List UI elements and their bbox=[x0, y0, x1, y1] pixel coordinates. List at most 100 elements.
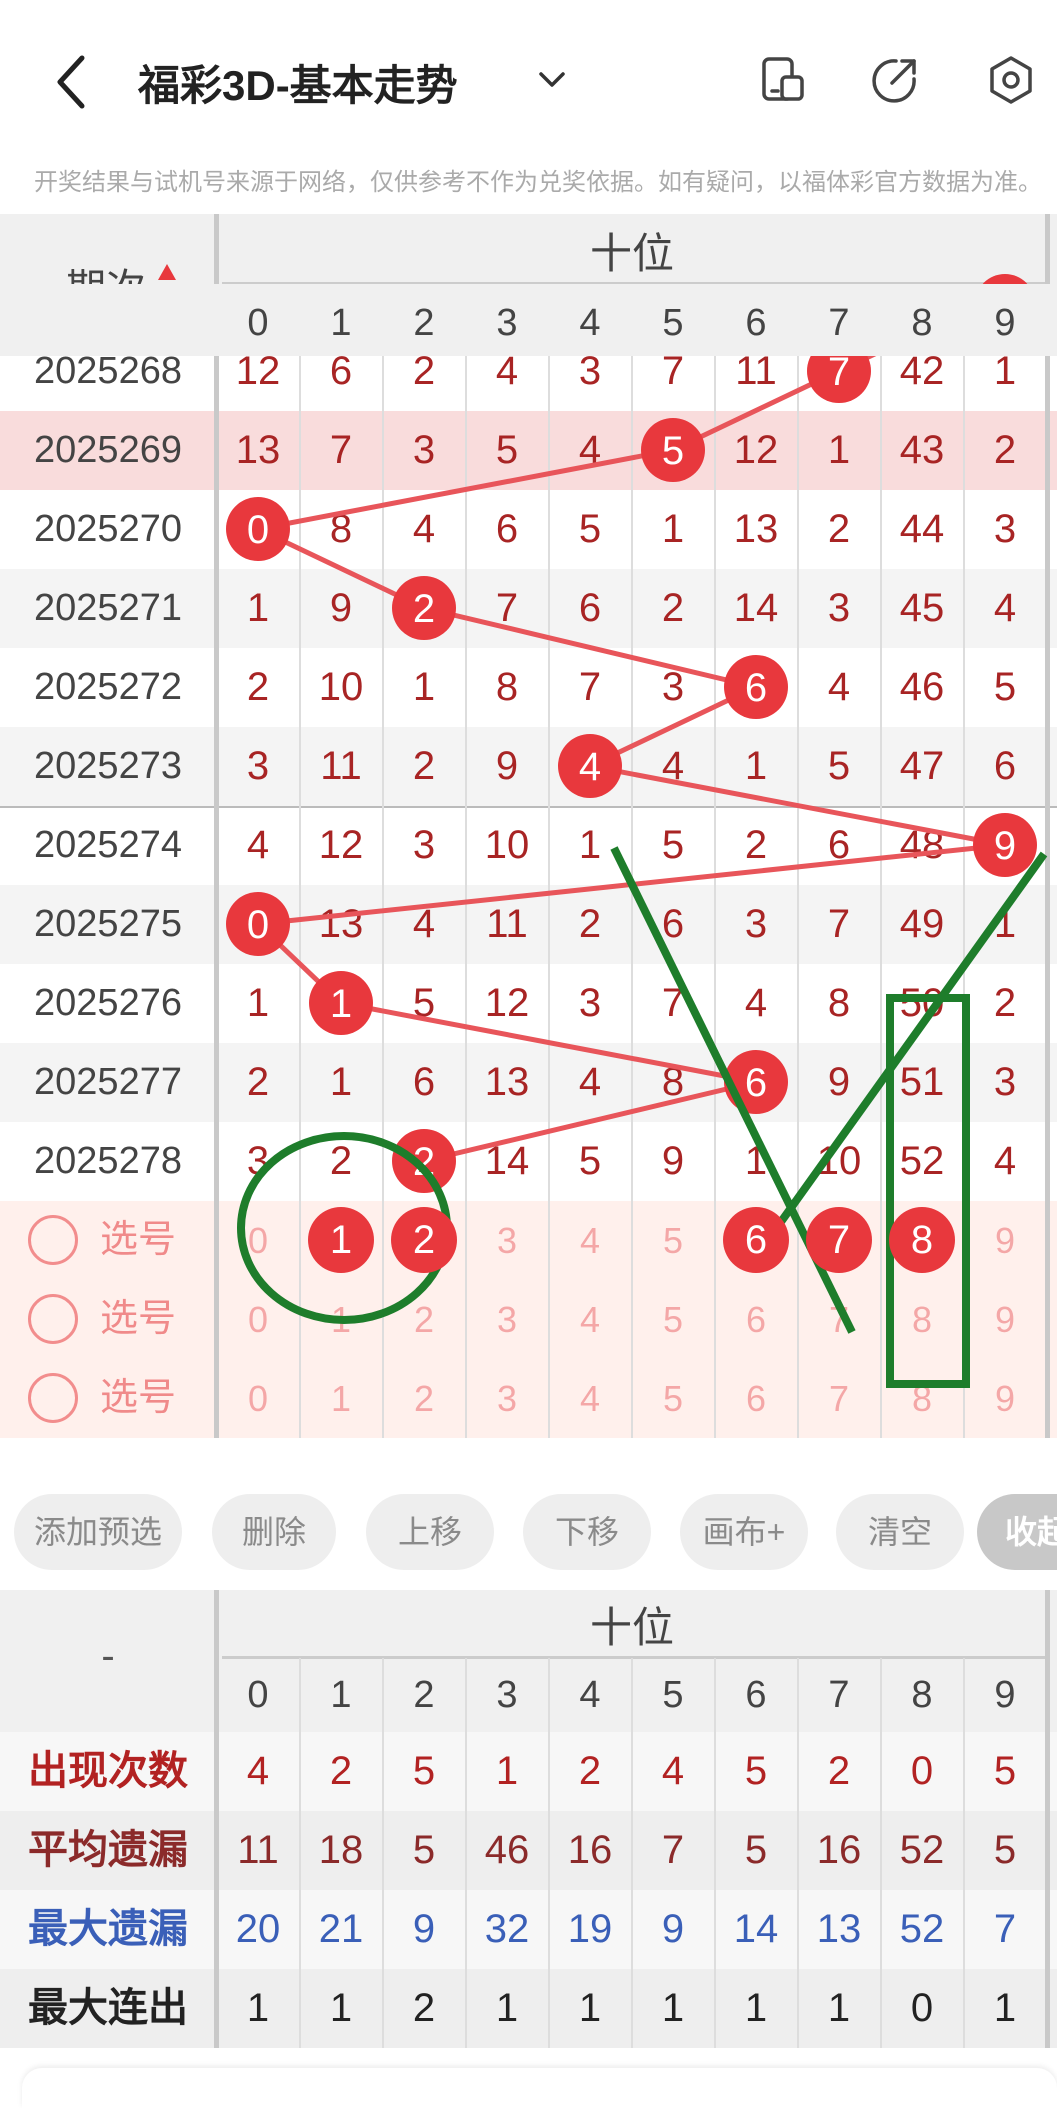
stats-digit-header: 1 bbox=[330, 1674, 352, 1716]
stats-digit-header: 8 bbox=[911, 1674, 933, 1716]
pick-digit[interactable]: 4 bbox=[549, 1280, 632, 1359]
omission-cell: 8 bbox=[495, 664, 519, 709]
settings-icon[interactable] bbox=[986, 55, 1036, 105]
omission-cell: 45 bbox=[899, 585, 945, 630]
pick-digit[interactable]: 5 bbox=[632, 1201, 715, 1280]
pick-digit[interactable]: 7 bbox=[798, 1280, 881, 1359]
omission-cell: 4 bbox=[578, 427, 602, 472]
pick-digit[interactable]: 3 bbox=[466, 1359, 549, 1438]
pick-digit[interactable]: 0 bbox=[217, 1201, 300, 1280]
selected-ball[interactable]: 1 bbox=[308, 1207, 374, 1273]
pick-digit[interactable]: 9 bbox=[964, 1280, 1047, 1359]
omission-cell: 4 bbox=[412, 506, 436, 551]
pick-digit[interactable]: 5 bbox=[632, 1280, 715, 1359]
pick-digit[interactable]: 9 bbox=[964, 1359, 1047, 1438]
omission-cell: 7 bbox=[661, 980, 685, 1025]
radio-icon[interactable] bbox=[28, 1294, 78, 1344]
omission-cell: 1 bbox=[744, 743, 768, 788]
clear-button[interactable]: 清空 bbox=[836, 1494, 964, 1570]
stats-row-label: 平均遗漏 bbox=[28, 1828, 188, 1872]
pick-label[interactable]: 选号 bbox=[100, 1201, 176, 1280]
pick-digit[interactable]: 1 bbox=[300, 1280, 383, 1359]
radio-icon[interactable] bbox=[28, 1215, 78, 1265]
period-cell: 2025270 bbox=[34, 507, 182, 550]
omission-cell: 2 bbox=[661, 585, 685, 630]
pick-digit[interactable]: 2 bbox=[383, 1280, 466, 1359]
add-preselect-button[interactable]: 添加预选 bbox=[14, 1494, 182, 1570]
stats-value: 18 bbox=[318, 1828, 364, 1872]
pick-digit[interactable]: 5 bbox=[632, 1359, 715, 1438]
omission-cell: 7 bbox=[827, 901, 851, 946]
move-down-button[interactable]: 下移 bbox=[523, 1494, 651, 1570]
omission-cell: 3 bbox=[744, 901, 768, 946]
omission-cell: 6 bbox=[827, 822, 851, 867]
pick-digit[interactable]: 6 bbox=[715, 1359, 798, 1438]
stats-value: 1 bbox=[246, 1986, 270, 2030]
pick-digit[interactable]: 4 bbox=[549, 1201, 632, 1280]
device-icon[interactable] bbox=[758, 55, 808, 105]
omission-cell: 9 bbox=[329, 585, 353, 630]
omission-cell: 14 bbox=[733, 585, 779, 630]
omission-cell: 10 bbox=[484, 822, 530, 867]
stats-gridline bbox=[298, 1658, 301, 2048]
radio-icon[interactable] bbox=[28, 1373, 78, 1423]
collapse-button[interactable]: 收起 bbox=[977, 1494, 1057, 1570]
stats-value: 0 bbox=[910, 1986, 934, 2030]
right-edge-divider bbox=[1045, 214, 1050, 1438]
page-title[interactable]: 福彩3D-基本走势 bbox=[138, 52, 458, 113]
pick-label[interactable]: 选号 bbox=[100, 1359, 176, 1438]
move-up-button[interactable]: 上移 bbox=[366, 1494, 494, 1570]
pick-digit[interactable]: 6 bbox=[715, 1280, 798, 1359]
stats-position-label: 十位 bbox=[589, 1604, 674, 1651]
pick-digit[interactable]: 3 bbox=[466, 1280, 549, 1359]
omission-cell: 13 bbox=[235, 427, 281, 472]
pick-digit[interactable]: 7 bbox=[798, 1359, 881, 1438]
selected-ball[interactable]: 2 bbox=[391, 1207, 457, 1273]
position-label: 十位 bbox=[589, 230, 674, 277]
pick-digit[interactable]: 4 bbox=[549, 1359, 632, 1438]
pick-digit[interactable]: 8 bbox=[881, 1280, 964, 1359]
omission-cell: 2 bbox=[993, 980, 1017, 1025]
pick-label[interactable]: 选号 bbox=[100, 1280, 176, 1359]
period-cell: 2025272 bbox=[34, 665, 182, 708]
stats-digit-header: 7 bbox=[828, 1674, 850, 1716]
omission-cell: 12 bbox=[318, 822, 364, 867]
pick-digit[interactable]: 3 bbox=[466, 1201, 549, 1280]
stats-value: 7 bbox=[661, 1828, 685, 1872]
delete-button[interactable]: 删除 bbox=[212, 1494, 336, 1570]
selected-ball[interactable]: 6 bbox=[723, 1207, 789, 1273]
stats-value: 52 bbox=[899, 1828, 945, 1872]
column-gridline bbox=[381, 284, 384, 1438]
stats-row-label: 出现次数 bbox=[28, 1749, 188, 1793]
omission-cell: 1 bbox=[827, 427, 851, 472]
omission-cell: 5 bbox=[661, 822, 685, 867]
omission-cell: 4 bbox=[246, 822, 270, 867]
pick-digit[interactable]: 8 bbox=[881, 1359, 964, 1438]
omission-cell: 5 bbox=[827, 743, 851, 788]
omission-cell: 1 bbox=[246, 585, 270, 630]
stats-value: 11 bbox=[237, 1828, 279, 1872]
stats-value: 2 bbox=[827, 1749, 851, 1793]
pick-digit[interactable]: 1 bbox=[300, 1359, 383, 1438]
column-gridline bbox=[962, 284, 965, 1438]
omission-cell: 4 bbox=[993, 1138, 1017, 1183]
stats-value: 0 bbox=[910, 1749, 934, 1793]
selected-ball[interactable]: 7 bbox=[806, 1207, 872, 1273]
omission-cell: 2 bbox=[827, 506, 851, 551]
pick-digit[interactable]: 9 bbox=[964, 1201, 1047, 1280]
omission-cell: 1 bbox=[412, 664, 436, 709]
chevron-down-icon[interactable] bbox=[535, 62, 569, 96]
pick-digit[interactable]: 0 bbox=[217, 1359, 300, 1438]
share-icon[interactable] bbox=[870, 55, 920, 105]
pick-digit[interactable]: 0 bbox=[217, 1280, 300, 1359]
canvas-plus-button[interactable]: 画布+ bbox=[680, 1494, 808, 1570]
selected-ball[interactable]: 8 bbox=[889, 1207, 955, 1273]
back-arrow-icon[interactable] bbox=[50, 50, 94, 114]
stats-gridline bbox=[381, 1658, 384, 2048]
omission-cell: 12 bbox=[733, 427, 779, 472]
pick-digit[interactable]: 2 bbox=[383, 1359, 466, 1438]
stats-value: 1 bbox=[329, 1986, 353, 2030]
omission-cell: 4 bbox=[412, 901, 436, 946]
omission-cell: 6 bbox=[412, 1059, 436, 1104]
omission-cell: 4 bbox=[744, 980, 768, 1025]
